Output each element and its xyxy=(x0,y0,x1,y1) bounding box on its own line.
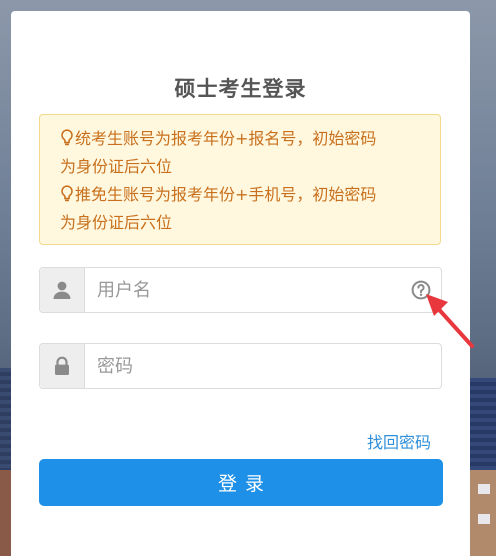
username-input[interactable] xyxy=(85,268,401,312)
notice-box: 统考生账号为报考年份+报名号，初始密码 为身份证后六位 推免生账号为报考年份+手… xyxy=(39,114,441,245)
username-field-group xyxy=(39,267,442,313)
lightbulb-icon xyxy=(61,185,73,202)
login-card: 硕士考生登录 统考生账号为报考年份+报名号，初始密码 为身份证后六位 推免生账号… xyxy=(11,11,470,556)
notice-text: 为身份证后六位 xyxy=(60,213,173,232)
username-addon xyxy=(40,268,85,312)
notice-line: 统考生账号为报考年份+报名号，初始密码 xyxy=(60,125,432,153)
password-input[interactable] xyxy=(85,344,441,388)
notice-line: 为身份证后六位 xyxy=(60,153,432,181)
password-addon xyxy=(40,344,85,388)
notice-line: 推免生账号为报考年份+手机号，初始密码 xyxy=(60,181,432,209)
background-window xyxy=(478,514,490,524)
notice-line: 为身份证后六位 xyxy=(60,209,432,237)
page-title: 硕士考生登录 xyxy=(174,77,307,101)
forgot-password-link[interactable]: 找回密码 xyxy=(367,429,431,453)
notice-text: 推免生账号为报考年份+手机号，初始密码 xyxy=(75,185,377,204)
login-button[interactable]: 登录 xyxy=(39,459,443,506)
notice-text: 为身份证后六位 xyxy=(60,157,173,176)
background-window xyxy=(478,484,490,494)
notice-text: 统考生账号为报考年份+报名号，初始密码 xyxy=(75,129,377,148)
annotation-arrow xyxy=(426,294,474,348)
lock-icon xyxy=(55,356,69,375)
password-field-group xyxy=(39,343,442,389)
background-building-right xyxy=(466,470,496,556)
user-icon xyxy=(53,281,71,299)
lightbulb-icon xyxy=(61,129,73,146)
